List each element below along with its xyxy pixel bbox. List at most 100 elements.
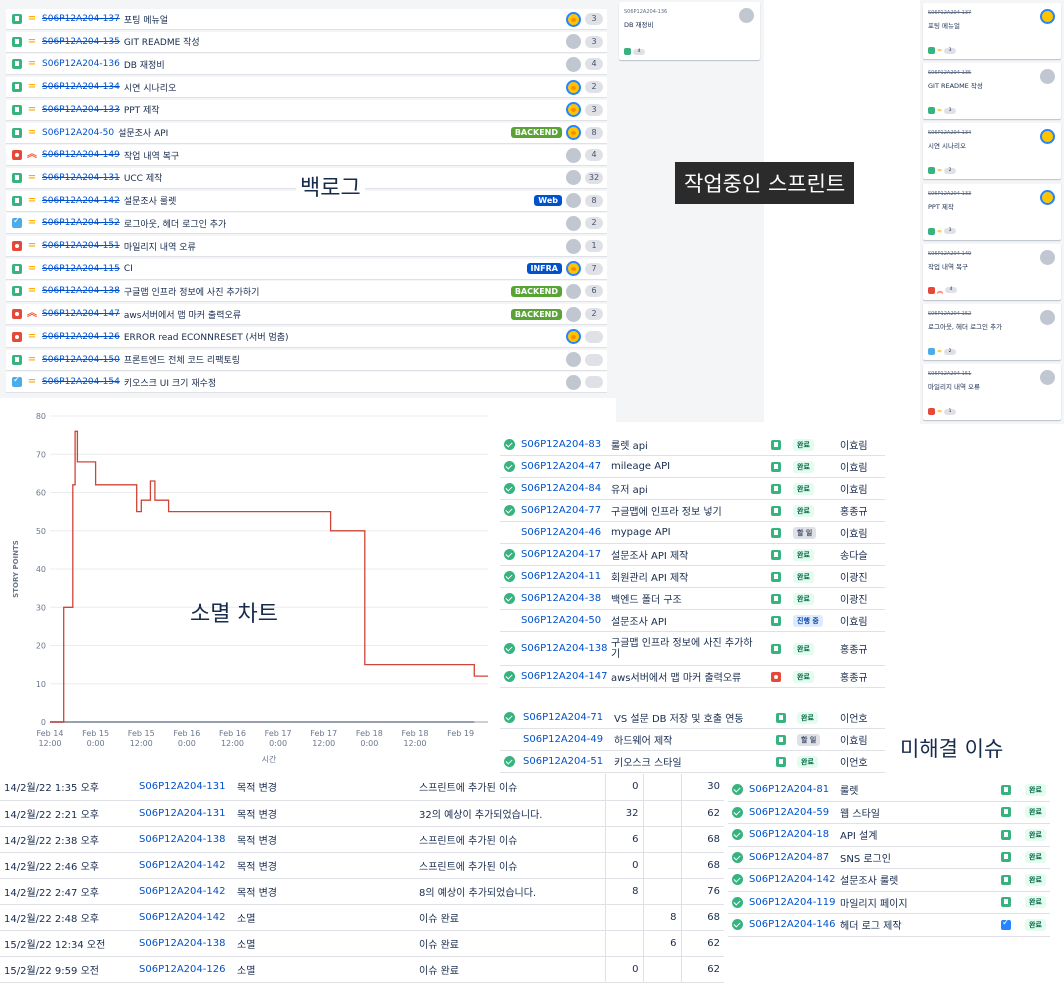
issue-key-link[interactable]: S06P12A204-11: [521, 571, 601, 582]
sprint-card[interactable]: S06P12A204-152 로그아웃, 헤더 로그인 추가 = 2: [923, 304, 1061, 360]
avatar[interactable]: [1040, 129, 1055, 145]
issue-key-link[interactable]: S06P12A204-138: [135, 930, 233, 957]
issue-key-link[interactable]: S06P12A204-152: [42, 218, 120, 228]
issue-key-link[interactable]: S06P12A204-119: [749, 897, 835, 908]
issue-row[interactable]: S06P12A204-18 API 설계 완료: [728, 824, 1050, 847]
epic-label[interactable]: BACKEND: [510, 285, 562, 297]
backlog-row[interactable]: = S06P12A204-133 PPT 제작 3: [6, 99, 607, 121]
issue-key-link[interactable]: S06P12A204-138: [135, 826, 233, 853]
issue-key-link[interactable]: S06P12A204-147: [42, 309, 120, 319]
issue-row[interactable]: S06P12A204-17 설문조사 API 제작 완료 송다슬: [500, 544, 885, 566]
avatar[interactable]: [566, 238, 581, 254]
card-key[interactable]: S06P12A204-137: [928, 10, 971, 16]
avatar[interactable]: [1040, 189, 1055, 205]
backlog-row[interactable]: = S06P12A204-152로그아웃, 헤더 로그인 추가 2: [6, 213, 607, 235]
issue-row[interactable]: S06P12A204-87 SNS 로그인 완료: [728, 847, 1050, 869]
issue-key-link[interactable]: S06P12A204-50: [521, 615, 601, 626]
issue-key-link[interactable]: S06P12A204-137: [42, 14, 120, 24]
backlog-row[interactable]: = S06P12A204-154키오스크 UI 크기 재수정: [6, 372, 607, 394]
avatar[interactable]: [566, 374, 581, 390]
issue-key-link[interactable]: S06P12A204-131: [135, 774, 233, 801]
avatar[interactable]: [566, 102, 581, 118]
avatar[interactable]: [566, 261, 581, 277]
issue-key-link[interactable]: S06P12A204-147: [521, 671, 607, 682]
backlog-row[interactable]: = S06P12A204-126 ERROR read ECONNRESET (서버…: [6, 326, 607, 348]
avatar[interactable]: [566, 215, 581, 231]
issue-row[interactable]: S06P12A204-119 마일리지 페이지 완료: [728, 892, 1050, 914]
sprint-card[interactable]: S06P12A204-133 PPT 제작 = 3: [923, 183, 1061, 240]
issue-key-link[interactable]: S06P12A204-154: [42, 377, 120, 387]
avatar[interactable]: [566, 329, 581, 345]
issue-key-link[interactable]: S06P12A204-138: [521, 643, 607, 654]
issue-key-link[interactable]: S06P12A204-71: [523, 712, 603, 723]
issue-row[interactable]: S06P12A204-47 mileage API 완료 이효림: [500, 456, 885, 478]
issue-key-link[interactable]: S06P12A204-126: [135, 956, 233, 983]
issue-row[interactable]: S06P12A204-142 설문조사 룰렛 완료: [728, 869, 1050, 892]
epic-label[interactable]: BACKEND: [510, 127, 562, 138]
sprint-card[interactable]: S06P12A204-137 포팅 메뉴얼 = 3: [923, 3, 1061, 59]
issue-key-link[interactable]: S06P12A204-131: [135, 800, 233, 827]
sprint-card[interactable]: S06P12A204-151 마일리지 내역 오류 = 1: [923, 364, 1061, 421]
issue-key-link[interactable]: S06P12A204-38: [521, 593, 601, 604]
backlog-row[interactable]: = S06P12A204-150 프론트엔드 전체 코드 리팩토링: [6, 349, 607, 371]
avatar[interactable]: [566, 56, 581, 72]
issue-key-link[interactable]: S06P12A204-149: [42, 150, 120, 160]
card-key[interactable]: S06P12A204-134: [928, 130, 971, 136]
card-key[interactable]: S06P12A204-151: [928, 371, 971, 377]
issue-key-link[interactable]: S06P12A204-46: [521, 527, 601, 538]
issue-row[interactable]: S06P12A204-46 mypage API 할 일 이효림: [500, 522, 885, 544]
issue-row[interactable]: S06P12A204-83 룰렛 api 완료 이효림: [500, 434, 885, 456]
sprint-card[interactable]: S06P12A204-136 DB 재정비 4: [619, 2, 760, 60]
issue-key-link[interactable]: S06P12A204-77: [521, 505, 601, 516]
issue-row[interactable]: S06P12A204-49 하드웨어 제작 할 일 이효림: [500, 729, 885, 751]
issue-key-link[interactable]: S06P12A204-138: [42, 286, 120, 296]
card-key[interactable]: S06P12A204-135: [928, 70, 971, 76]
issue-key-link[interactable]: S06P12A204-136: [42, 59, 120, 69]
avatar[interactable]: [1040, 310, 1055, 325]
issue-row[interactable]: S06P12A204-51 키오스크 스타일 완료 이언호: [500, 751, 885, 773]
issue-key-link[interactable]: S06P12A204-142: [42, 196, 120, 206]
issue-row[interactable]: S06P12A204-71 VS 설문 DB 저장 및 호출 연동 완료 이언호: [500, 707, 885, 729]
issue-key-link[interactable]: S06P12A204-142: [135, 878, 233, 905]
avatar[interactable]: [566, 147, 581, 163]
issue-row[interactable]: S06P12A204-138 구글맵 인프라 정보에 사진 추가하기 완료 홍종규: [500, 632, 885, 666]
avatar[interactable]: [566, 306, 581, 322]
card-key[interactable]: S06P12A204-152: [928, 311, 971, 317]
avatar[interactable]: [566, 11, 581, 27]
card-key[interactable]: S06P12A204-133: [928, 191, 971, 197]
issue-row[interactable]: S06P12A204-146 헤더 로그 제작 완료: [728, 914, 1050, 937]
avatar[interactable]: [566, 170, 581, 186]
sprint-card[interactable]: S06P12A204-134 시연 시나리오 = 2: [923, 123, 1061, 180]
issue-key-link[interactable]: S06P12A204-87: [749, 852, 829, 863]
issue-key-link[interactable]: S06P12A204-18: [749, 829, 829, 840]
avatar[interactable]: [739, 8, 754, 23]
issue-row[interactable]: S06P12A204-77 구글맵에 인프라 정보 넣기 완료 홍종규: [500, 500, 885, 522]
issue-key-link[interactable]: S06P12A204-83: [521, 439, 601, 450]
issue-key-link[interactable]: S06P12A204-134: [42, 82, 120, 92]
issue-key-link[interactable]: S06P12A204-131: [42, 173, 120, 183]
avatar[interactable]: [566, 125, 581, 140]
issue-key-link[interactable]: S06P12A204-142: [749, 874, 835, 885]
issue-key-link[interactable]: S06P12A204-115: [42, 264, 120, 274]
issue-key-link[interactable]: S06P12A204-142: [135, 852, 233, 879]
issue-key-link[interactable]: S06P12A204-142: [135, 904, 233, 931]
issue-key-link[interactable]: S06P12A204-150: [42, 355, 120, 365]
backlog-row[interactable]: = S06P12A204-115 CI INFRA 7: [6, 258, 607, 280]
epic-label[interactable]: INFRA: [526, 263, 562, 275]
issue-key-link[interactable]: S06P12A204-50: [42, 128, 114, 138]
backlog-row[interactable]: = S06P12A204-50 설문조사 API BACKEND 8: [6, 122, 607, 144]
backlog-row[interactable]: ︽ S06P12A204-147 aws서버에서 맵 마커 출력오류 BACKEND 2: [6, 304, 607, 326]
issue-key-link[interactable]: S06P12A204-49: [523, 734, 603, 745]
backlog-row[interactable]: = S06P12A204-151 마일리지 내역 오류 1: [6, 236, 607, 257]
backlog-row[interactable]: = S06P12A204-136 DB 재정비 4: [6, 54, 607, 76]
issue-row[interactable]: S06P12A204-81 룰렛 완료: [728, 779, 1050, 802]
issue-key-link[interactable]: S06P12A204-151: [42, 241, 120, 251]
avatar[interactable]: [566, 352, 581, 367]
issue-key-link[interactable]: S06P12A204-17: [521, 549, 601, 560]
avatar[interactable]: [566, 34, 581, 50]
issue-row[interactable]: S06P12A204-11 회원관리 API 제작 완료 이광진: [500, 566, 885, 588]
issue-row[interactable]: S06P12A204-147 aws서버에서 맵 마커 출력오류 완료 홍종규: [500, 666, 885, 688]
avatar[interactable]: [1040, 9, 1055, 24]
backlog-row[interactable]: = S06P12A204-138 구글맵 인프라 정보에 사진 추가하기 BACKEN…: [6, 281, 607, 303]
issue-row[interactable]: S06P12A204-38 백엔드 폴더 구조 완료 이광진: [500, 588, 885, 610]
